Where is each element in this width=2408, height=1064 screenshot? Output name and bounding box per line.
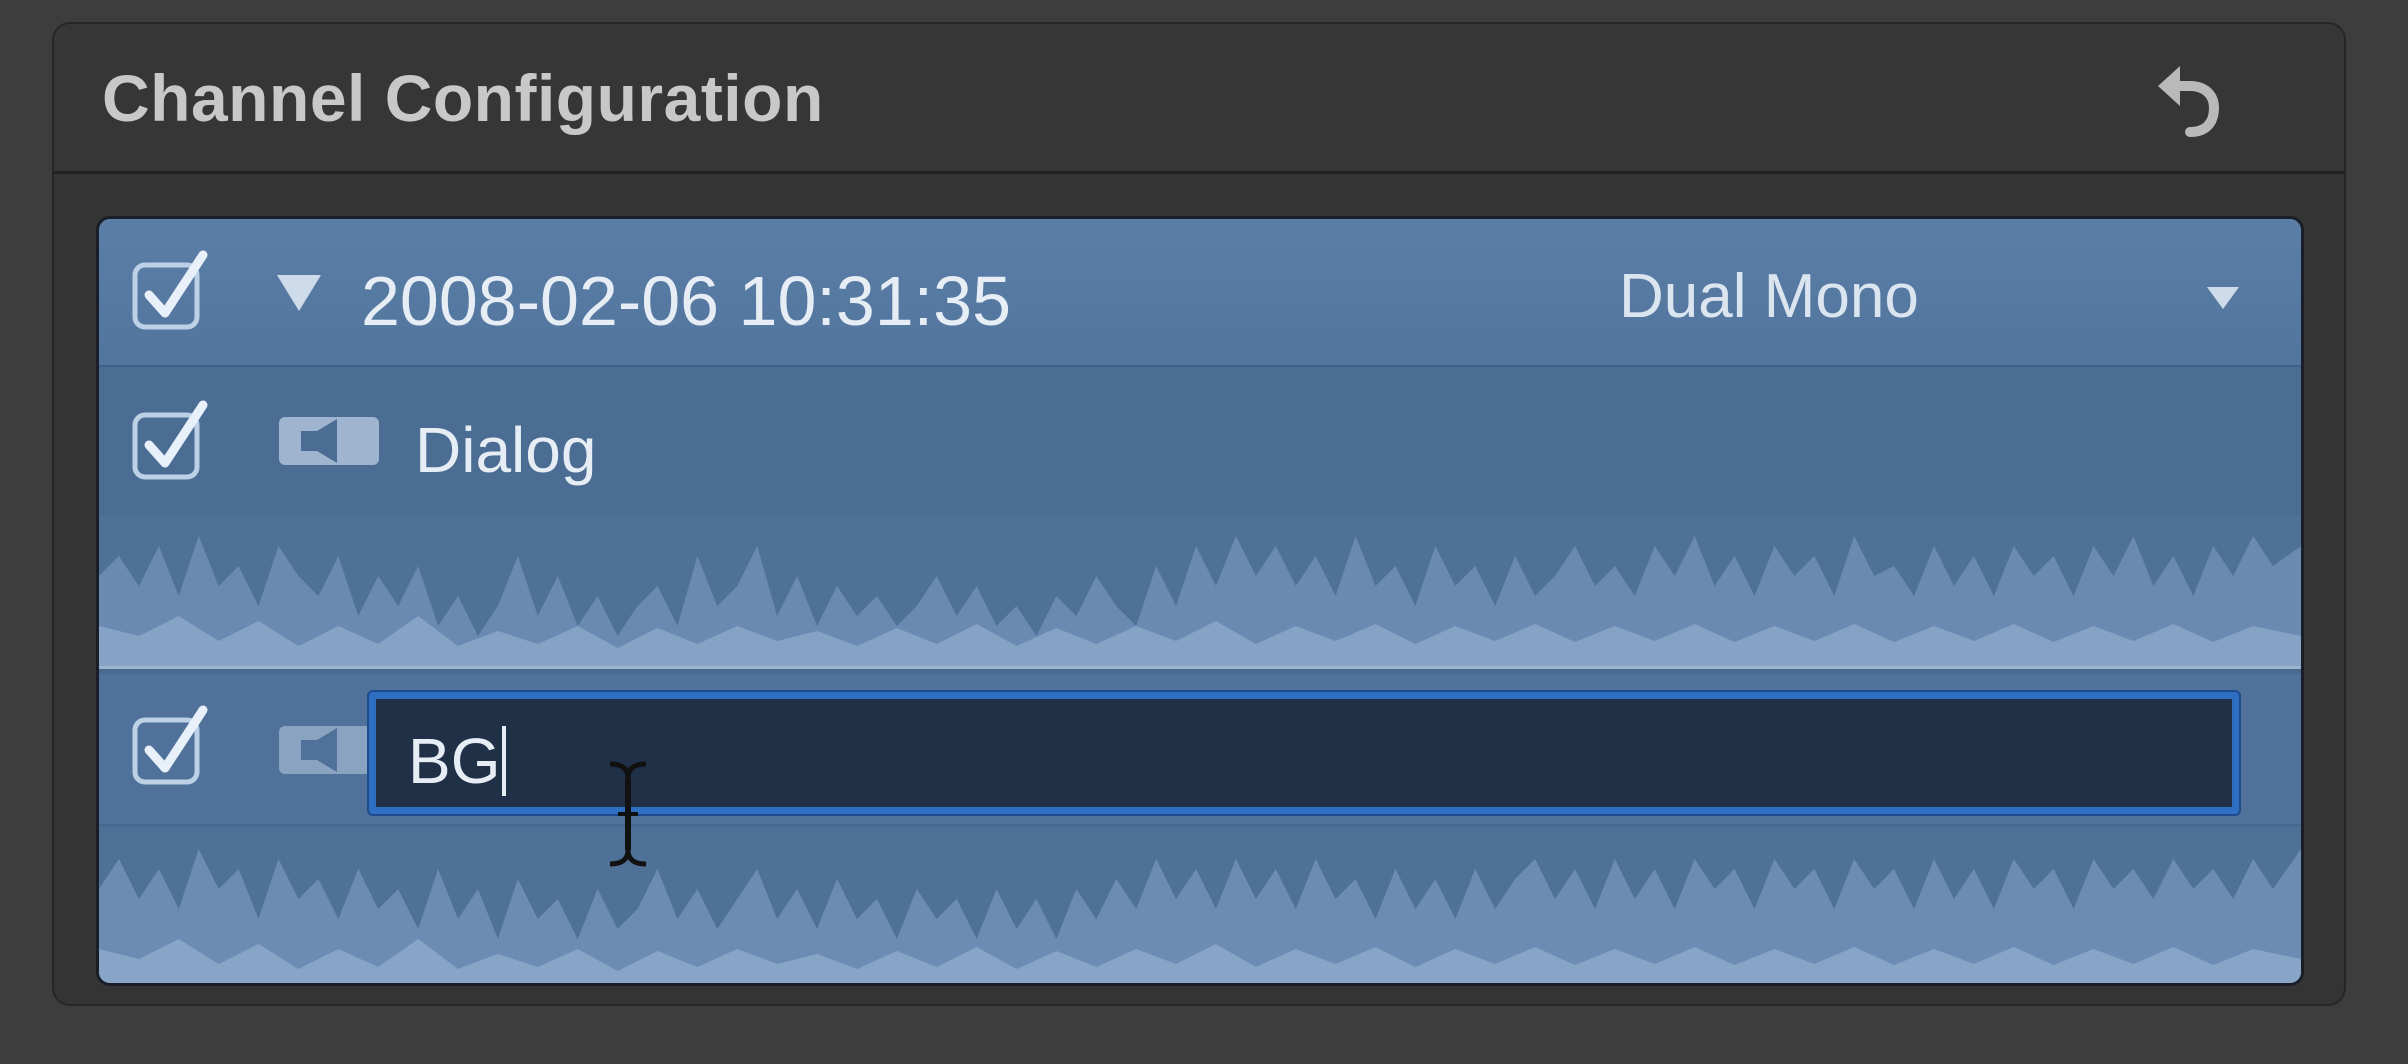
- speaker-icon: [279, 413, 379, 469]
- channel-row: BG: [99, 674, 2301, 983]
- channel-checkbox[interactable]: [129, 399, 217, 487]
- channel-header: Dialog: [99, 369, 2301, 519]
- channel-name-text: BG: [408, 725, 501, 797]
- channel-list: 2008-02-06 10:31:35 Dual Mono Dialog BG: [96, 216, 2304, 986]
- undo-icon[interactable]: [2152, 62, 2224, 142]
- panel-header: Channel Configuration: [54, 24, 2344, 174]
- waveform: [99, 516, 2301, 666]
- channel-checkbox[interactable]: [129, 704, 217, 792]
- clip-row: 2008-02-06 10:31:35 Dual Mono: [99, 219, 2301, 367]
- waveform: [99, 829, 2301, 983]
- channel-row: Dialog: [99, 369, 2301, 669]
- clip-name: 2008-02-06 10:31:35: [361, 262, 1011, 340]
- text-caret: [502, 726, 507, 796]
- channel-configuration-panel: Channel Configuration 2008-02-06 10:31:3…: [52, 22, 2346, 1006]
- panel-title: Channel Configuration: [102, 61, 824, 135]
- disclosure-triangle-icon[interactable]: [273, 271, 325, 315]
- speaker-icon: [279, 722, 379, 778]
- chevron-down-icon[interactable]: [2203, 281, 2243, 313]
- channel-configuration-value: Dual Mono: [1619, 262, 1919, 331]
- clip-checkbox[interactable]: [129, 249, 217, 337]
- channel-header: BG: [99, 674, 2301, 826]
- channel-label: Dialog: [415, 414, 597, 486]
- i-beam-cursor-icon: [604, 760, 652, 868]
